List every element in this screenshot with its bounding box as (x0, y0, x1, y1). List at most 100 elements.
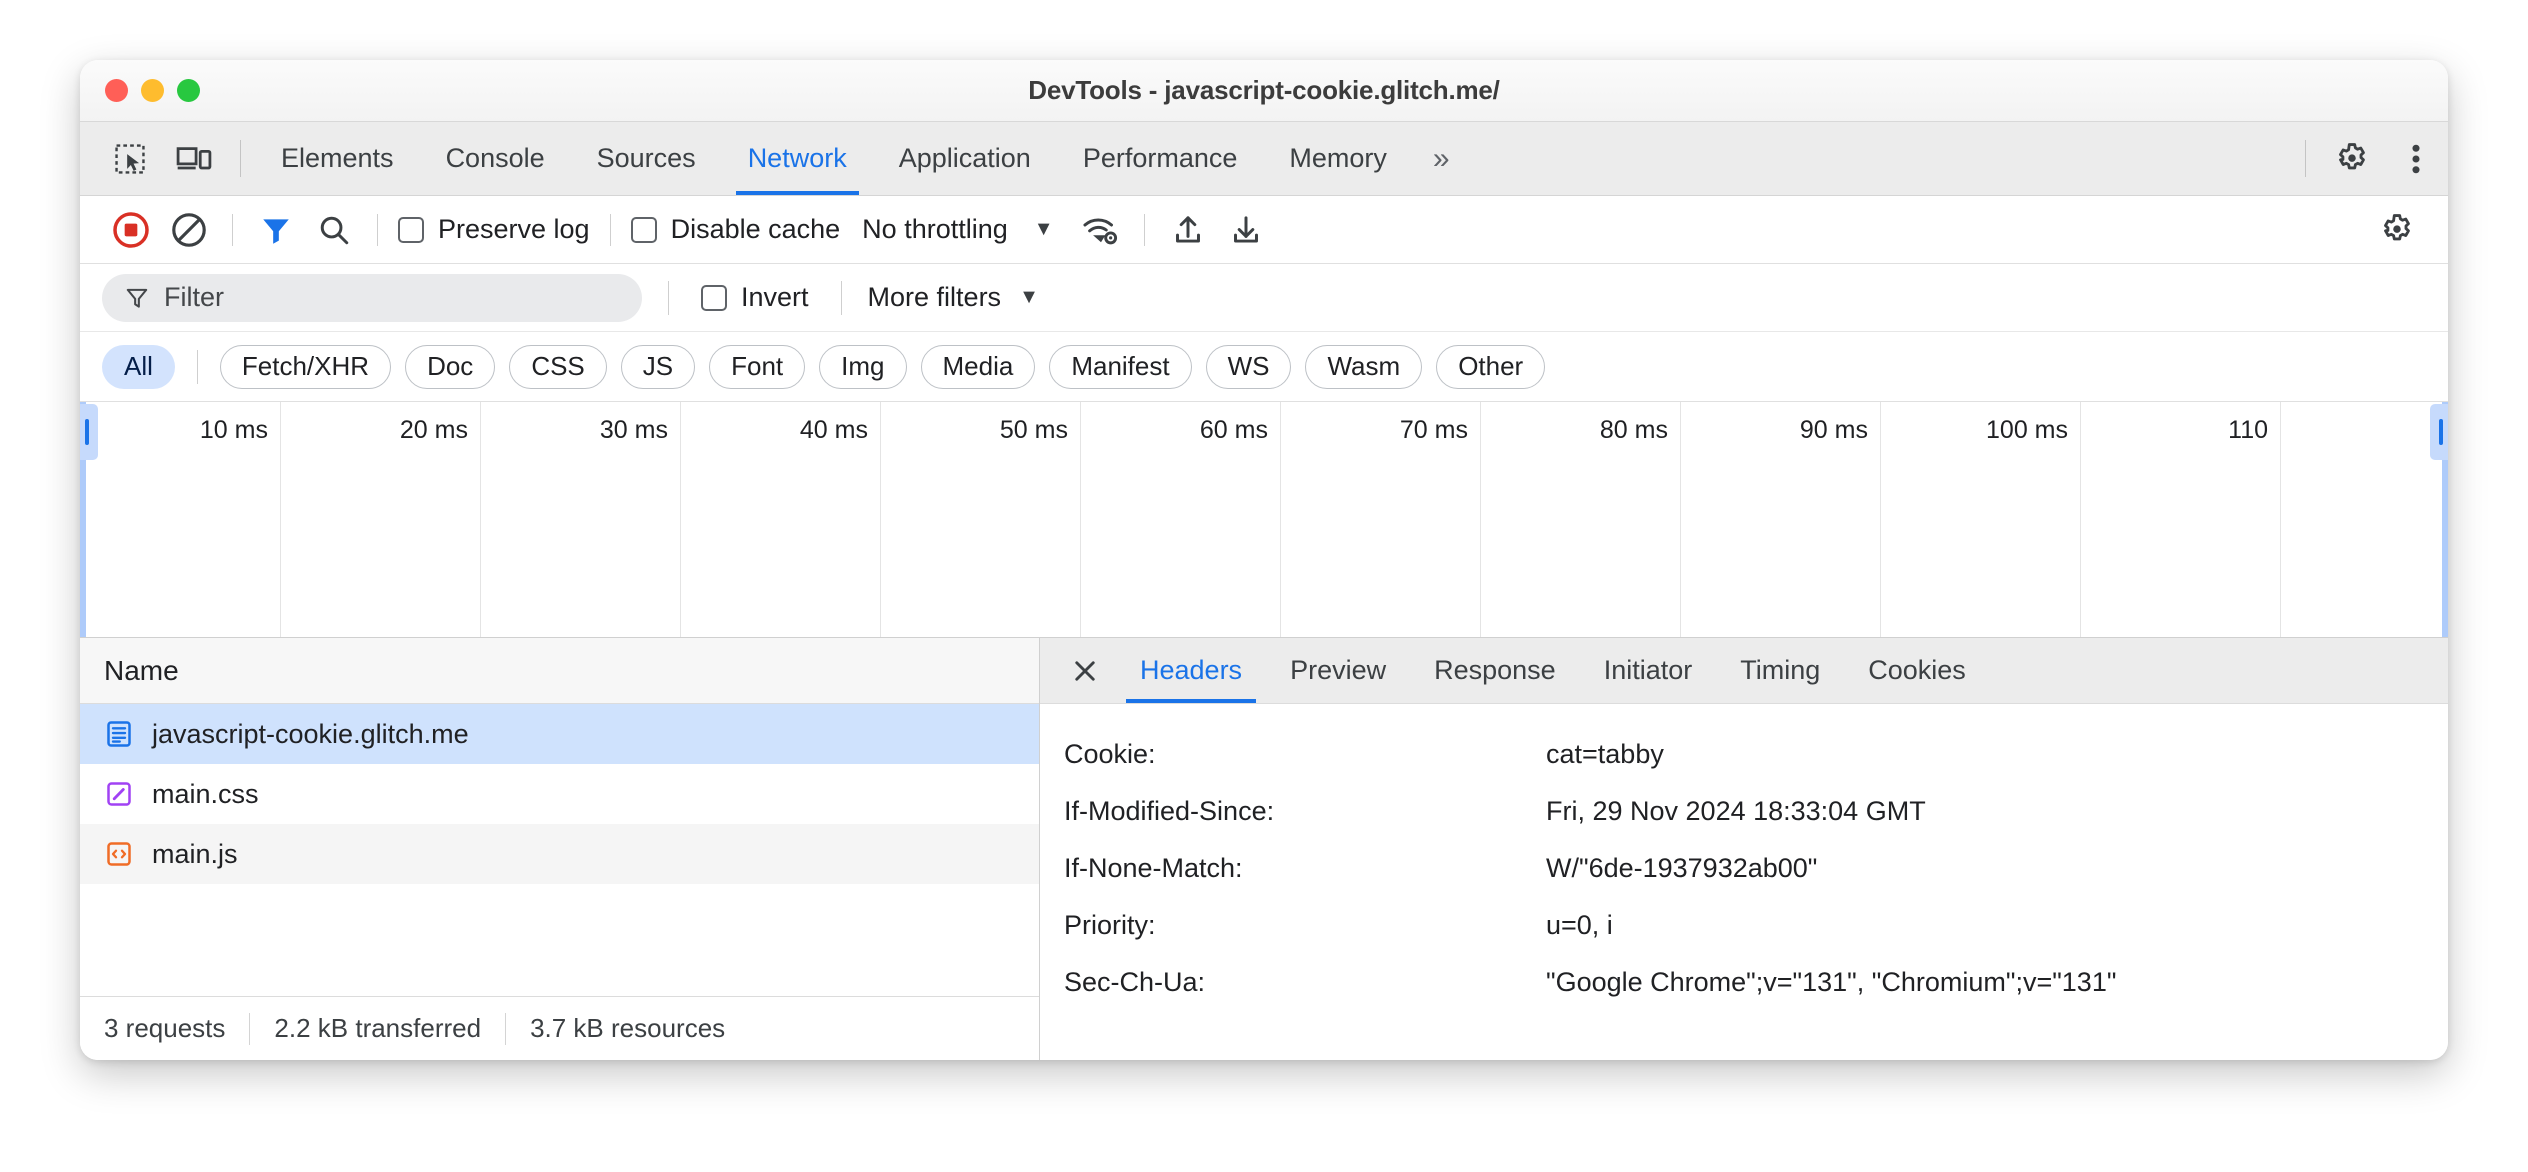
tab-label: Elements (281, 143, 394, 173)
filter-divider (668, 280, 669, 315)
search-icon[interactable] (305, 201, 363, 259)
filter-input[interactable]: Filter (102, 273, 642, 322)
filter-row: Filter Invert More filters ▼ (80, 264, 2448, 332)
header-value: cat=tabby (1546, 739, 1664, 769)
header-row: Cookie: cat=tabby (1064, 726, 2448, 783)
tab-sources[interactable]: Sources (571, 122, 722, 195)
network-status-bar: 3 requests 2.2 kB transferred 3.7 kB res… (80, 996, 1039, 1060)
tab-label: Network (747, 143, 847, 173)
toolbar-divider (232, 213, 233, 246)
chip-all[interactable]: All (102, 344, 175, 389)
chip-other[interactable]: Other (1436, 344, 1546, 389)
document-icon (107, 721, 131, 747)
timeline-tick-label: 80 ms (1599, 416, 1668, 444)
request-name: main.js (152, 838, 238, 869)
detail-tab-cookies[interactable]: Cookies (1844, 638, 1990, 703)
chip-js[interactable]: JS (620, 344, 696, 389)
header-row: If-Modified-Since: Fri, 29 Nov 2024 18:3… (1064, 783, 2448, 840)
detail-tab-timing[interactable]: Timing (1716, 638, 1844, 703)
devtools-window: DevTools - javascript-cookie.glitch.me/ (80, 60, 2448, 1060)
detail-tab-bar: Headers Preview Response Initiator Timin… (1040, 638, 2448, 704)
chip-doc[interactable]: Doc (405, 344, 496, 389)
header-key: Priority: (1064, 910, 1156, 940)
chip-css[interactable]: CSS (509, 344, 607, 389)
timeline-right-handle[interactable] (2430, 404, 2448, 460)
header-key: If-Modified-Since: (1064, 796, 1275, 826)
network-settings-gear-icon[interactable] (2368, 201, 2426, 259)
close-icon[interactable] (1054, 638, 1116, 703)
chip-fetch-xhr[interactable]: Fetch/XHR (219, 344, 392, 389)
clear-icon[interactable] (160, 201, 218, 259)
tab-label: Sources (596, 143, 696, 173)
table-row[interactable]: javascript-cookie.glitch.me (80, 704, 1039, 764)
tab-performance[interactable]: Performance (1057, 122, 1264, 195)
tab-label: Memory (1289, 143, 1387, 173)
header-key: If-None-Match: (1064, 853, 1243, 883)
checkbox-box (398, 216, 424, 243)
more-filters-label: More filters (867, 282, 1002, 312)
stylesheet-icon (107, 782, 131, 806)
timeline-tick-label: 40 ms (799, 416, 868, 444)
export-har-icon[interactable] (1217, 201, 1275, 259)
wifi-settings-icon[interactable] (1072, 201, 1130, 259)
tab-memory[interactable]: Memory (1263, 122, 1413, 195)
inspect-element-icon[interactable] (98, 122, 162, 195)
status-transferred: 2.2 kB transferred (274, 1013, 482, 1043)
toolbar-divider-3 (609, 213, 611, 246)
detail-tab-response[interactable]: Response (1410, 638, 1580, 703)
timeline-tick-label: 10 ms (199, 416, 268, 444)
timeline-tick-label: 30 ms (599, 416, 668, 444)
checkbox-box (701, 284, 727, 311)
detail-tab-headers[interactable]: Headers (1116, 638, 1266, 703)
status-requests: 3 requests (104, 1013, 226, 1043)
invert-checkbox[interactable]: Invert (701, 282, 809, 313)
tab-application[interactable]: Application (873, 122, 1057, 195)
chip-wasm[interactable]: Wasm (1305, 344, 1423, 389)
header-row: Sec-Ch-Ua: "Google Chrome";v="131", "Chr… (1064, 954, 2448, 1011)
request-name: main.css (152, 778, 259, 809)
detail-tab-initiator[interactable]: Initiator (1580, 638, 1717, 703)
tab-elements[interactable]: Elements (255, 122, 420, 195)
header-value: "Google Chrome";v="131", "Chromium";v="1… (1546, 967, 2117, 997)
funnel-filter-icon[interactable] (247, 201, 305, 259)
network-lower-split: Name javascript-cookie.glitch.me main.cs… (80, 638, 2448, 1060)
tab-console[interactable]: Console (420, 122, 571, 195)
chip-img[interactable]: Img (819, 344, 907, 389)
headers-list: Cookie: cat=tabby If-Modified-Since: Fri… (1040, 704, 2448, 1060)
import-har-icon[interactable] (1159, 201, 1217, 259)
toolbar-divider-2 (377, 213, 378, 246)
tab-label: Console (445, 143, 545, 173)
table-row[interactable]: main.css (80, 764, 1039, 824)
main-tab-bar: Elements Console Sources Network Applica… (80, 122, 2448, 196)
throttling-value: No throttling (862, 214, 1008, 244)
table-row[interactable]: main.js (80, 824, 1039, 884)
record-stop-icon[interactable] (102, 201, 160, 259)
chevron-down-icon: ▼ (1033, 218, 1054, 240)
timeline-left-handle[interactable] (80, 404, 98, 460)
chip-font[interactable]: Font (709, 344, 806, 389)
preserve-log-checkbox[interactable]: Preserve log (398, 214, 590, 245)
panel-tabs: Elements Console Sources Network Applica… (255, 122, 1467, 195)
detail-tab-preview[interactable]: Preview (1266, 638, 1410, 703)
device-toolbar-icon[interactable] (162, 122, 226, 195)
chip-media[interactable]: Media (920, 344, 1036, 389)
timeline-tick-label: 70 ms (1399, 416, 1468, 444)
chip-ws[interactable]: WS (1205, 344, 1292, 389)
disable-cache-checkbox[interactable]: Disable cache (630, 214, 840, 245)
header-key: Sec-Ch-Ua: (1064, 967, 1206, 997)
throttling-dropdown[interactable]: No throttling ▼ (862, 214, 1053, 245)
tab-network[interactable]: Network (722, 122, 873, 195)
tabbar-divider (240, 140, 241, 177)
kebab-menu-icon[interactable] (2384, 122, 2448, 195)
script-icon (107, 842, 131, 866)
gear-icon[interactable] (2320, 122, 2384, 195)
request-list-header[interactable]: Name (80, 638, 1039, 704)
header-value: u=0, i (1546, 910, 1613, 940)
title-bar: DevTools - javascript-cookie.glitch.me/ (80, 60, 2448, 122)
more-filters-dropdown[interactable]: More filters ▼ (868, 282, 1039, 313)
timeline-tick-label: 90 ms (1799, 416, 1868, 444)
filter-placeholder: Filter (164, 282, 224, 312)
chip-manifest[interactable]: Manifest (1049, 344, 1192, 389)
network-timeline-overview[interactable]: 10 ms 20 ms 30 ms 40 ms 50 ms 60 ms 70 m… (80, 402, 2448, 638)
more-tabs-chevron-icon[interactable]: » (1413, 122, 1467, 195)
